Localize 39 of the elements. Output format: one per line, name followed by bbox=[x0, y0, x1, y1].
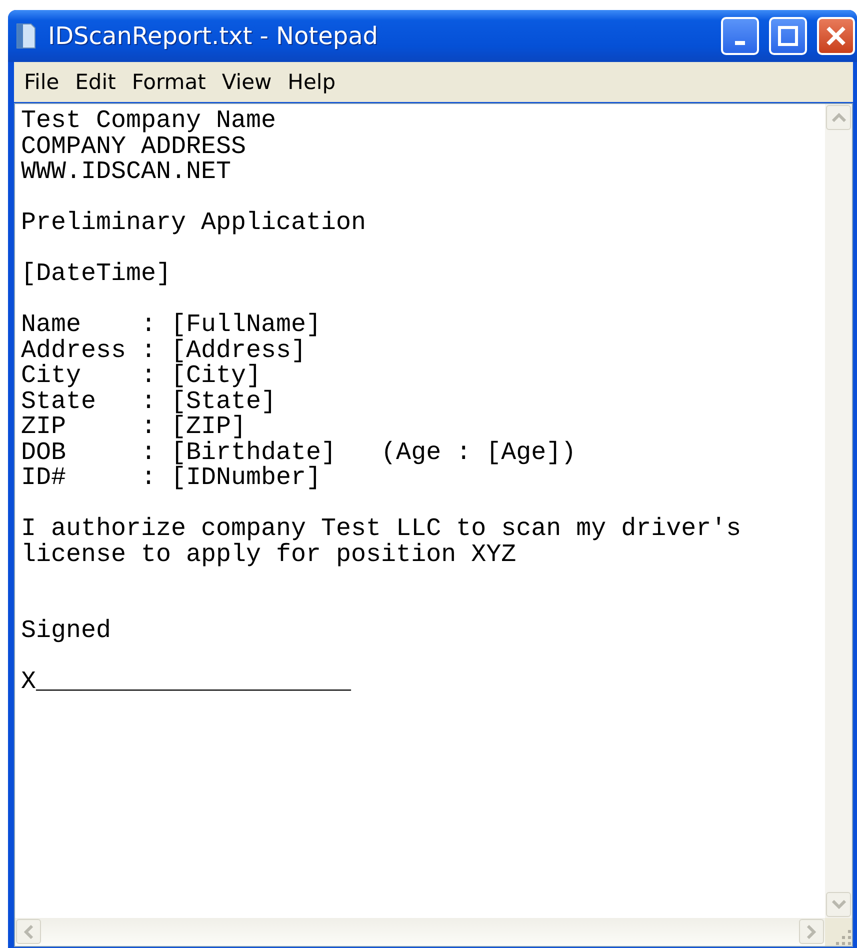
text-line: Signed bbox=[21, 618, 112, 644]
chevron-right-icon bbox=[807, 924, 816, 938]
scroll-up-button[interactable] bbox=[826, 105, 851, 130]
chevron-left-icon bbox=[24, 924, 33, 938]
maximize-icon bbox=[778, 26, 798, 46]
minimize-icon bbox=[735, 41, 745, 45]
window-title: IDScanReport.txt - Notepad bbox=[48, 22, 380, 50]
maximize-button[interactable] bbox=[769, 17, 807, 55]
horizontal-scrollbar[interactable] bbox=[15, 918, 825, 946]
menu-item[interactable]: View bbox=[216, 68, 278, 96]
vertical-scrollbar[interactable] bbox=[825, 104, 852, 918]
text-line: license to apply for position XYZ bbox=[21, 542, 516, 567]
notepad-icon bbox=[14, 22, 38, 50]
minimize-button[interactable] bbox=[721, 17, 759, 55]
text-line: X_____________________ bbox=[21, 669, 352, 694]
text-line: [DateTime] bbox=[21, 261, 172, 286]
text-line: Name : [FullName] bbox=[21, 312, 322, 338]
text-line: COMPANY ADDRESS bbox=[21, 134, 246, 159]
close-button[interactable] bbox=[817, 17, 855, 55]
text-line: I authorize company Test LLC to scan my driver's bbox=[21, 516, 742, 542]
text-line: Preliminary Application bbox=[21, 210, 366, 236]
menu-item[interactable]: Edit bbox=[69, 68, 122, 96]
menu-item[interactable]: Help bbox=[282, 68, 342, 96]
chevron-down-icon bbox=[832, 900, 846, 909]
scroll-down-button[interactable] bbox=[826, 892, 851, 917]
menu-item[interactable]: File bbox=[18, 68, 66, 96]
close-icon bbox=[826, 26, 846, 46]
text-line: DOB : [Birthdate] (Age : [Age]) bbox=[21, 440, 576, 465]
text-line: ZIP : [ZIP] bbox=[21, 414, 246, 440]
scroll-right-button[interactable] bbox=[799, 919, 824, 944]
text-line: Test Company Name bbox=[21, 108, 276, 134]
text-line: WWW.IDSCAN.NET bbox=[21, 159, 232, 184]
scroll-left-button[interactable] bbox=[16, 919, 41, 944]
text-line: City : [City] bbox=[21, 363, 262, 388]
text-line: ID# : [IDNumber] bbox=[21, 465, 322, 490]
menu-item[interactable]: Format bbox=[126, 68, 212, 96]
text-line: Address : [Address] bbox=[21, 338, 306, 363]
chevron-up-icon bbox=[832, 113, 846, 122]
text-line: State : [State] bbox=[21, 388, 276, 414]
